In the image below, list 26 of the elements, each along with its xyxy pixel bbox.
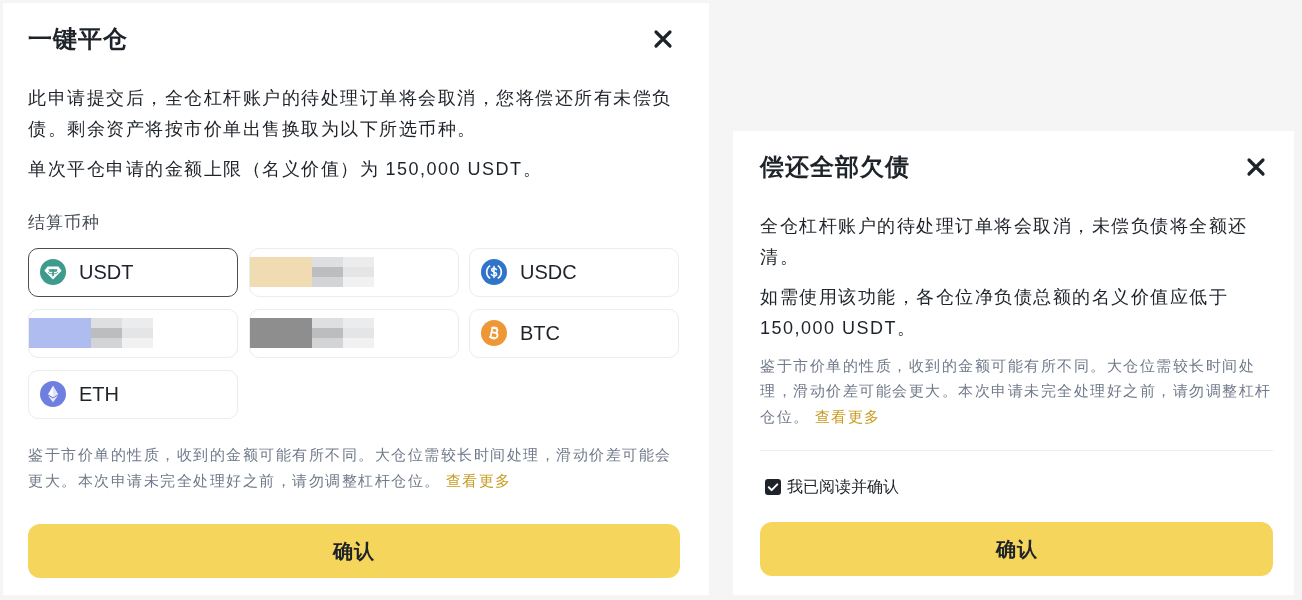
close-button[interactable] xyxy=(1246,157,1266,177)
dialog-description: 单次平仓申请的金额上限（名义价值）为 150,000 USDT。 xyxy=(28,157,544,181)
diamond-coin-icon xyxy=(40,381,66,407)
section-label: 结算币种 xyxy=(28,211,101,234)
confirm-button[interactable]: 确认 xyxy=(28,523,680,578)
dialog-description: 全仓杠杆账户的待处理订单将会取消，未偿负债将全额还清。 xyxy=(760,215,1249,269)
notice-text: 鉴于市价单的性质，收到的金额可能有所不同。大仓位需较长时间处理，滑动价差可能会更大。本次申请未完全处理好之前，请勿调整杠杆仓位。 查看更多 xyxy=(28,444,673,491)
checkbox-label: 我已阅读并确认 xyxy=(787,477,899,497)
dollar-coin-icon xyxy=(481,259,507,285)
coin-option[interactable]: ETH xyxy=(28,369,238,419)
dialog-title: 一键平仓 xyxy=(28,24,128,54)
checkbox[interactable] xyxy=(765,479,781,495)
coin-option[interactable]: USDT xyxy=(28,247,238,297)
dialog-description: 此申请提交后，全仓杠杆账户的待处理订单将会取消，您将偿还所有未偿负债。剩余资产将按市价单出售换取为以下所选币种。 xyxy=(28,87,673,141)
coin-option[interactable] xyxy=(248,308,459,358)
dialog-title: 偿还全部欠债 xyxy=(760,152,910,182)
coin-option[interactable]: USDC xyxy=(469,247,679,297)
coin-option[interactable]: BTC xyxy=(469,308,679,358)
dialog-description: 如需使用该功能，各仓位净负债总额的名义价值应低于 150,000 USDT。 xyxy=(760,285,1229,340)
close-icon xyxy=(1246,157,1266,177)
notice-text: 鉴于市价单的性质，收到的金额可能有所不同。大仓位需较长时间处理，滑动价差可能会更大。本次申请未完全处理好之前，请勿调整杠杆仓位。 查看更多 xyxy=(760,355,1273,427)
close-icon xyxy=(653,29,673,49)
bitcoin-coin-icon xyxy=(481,320,507,346)
tether-coin-icon xyxy=(40,259,66,285)
confirm-button[interactable]: 确认 xyxy=(760,522,1273,576)
close-button[interactable] xyxy=(653,29,673,49)
